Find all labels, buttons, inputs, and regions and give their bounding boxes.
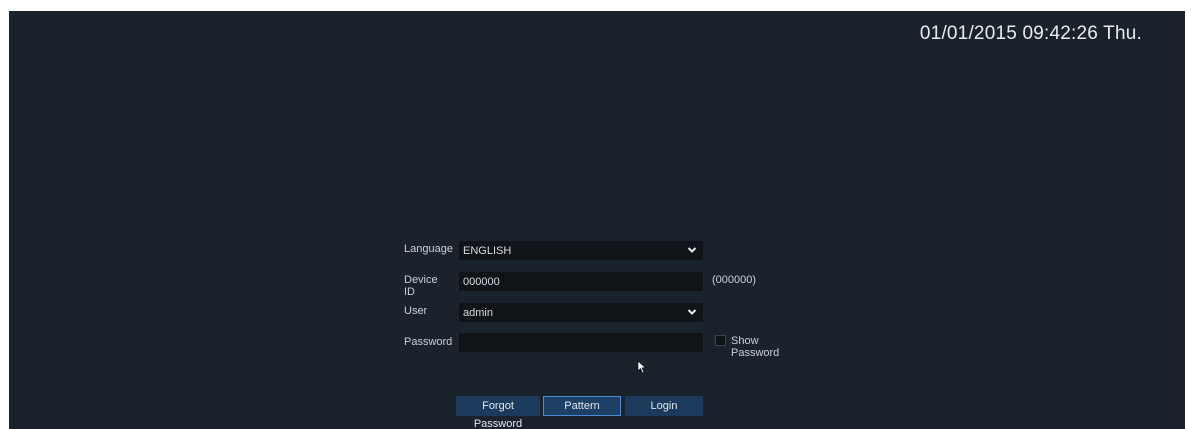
password-label: Password <box>404 336 453 348</box>
device-id-field[interactable]: 000000 <box>459 272 703 291</box>
user-label: User <box>404 305 428 317</box>
chevron-down-icon <box>687 247 697 253</box>
login-button[interactable]: Login <box>625 396 703 416</box>
language-select[interactable]: ENGLISH <box>459 241 703 260</box>
user-select[interactable]: admin <box>459 303 703 322</box>
password-field[interactable] <box>459 333 703 352</box>
user-value: admin <box>463 307 493 319</box>
device-id-hint: (000000) <box>712 274 757 286</box>
show-password-checkbox[interactable] <box>715 335 726 346</box>
mouse-pointer-icon <box>637 360 647 374</box>
device-id-label: Device ID <box>404 274 438 298</box>
login-screen: 01/01/2015 09:42:26 Thu. Language ENGLIS… <box>9 11 1185 429</box>
chevron-down-icon <box>687 309 697 315</box>
pattern-button[interactable]: Pattern <box>543 396 621 416</box>
language-label: Language <box>404 243 453 255</box>
datetime-display: 01/01/2015 09:42:26 Thu. <box>919 23 1142 44</box>
show-password-label[interactable]: Show Password <box>731 335 779 359</box>
device-id-value: 000000 <box>463 276 500 288</box>
language-value: ENGLISH <box>463 245 512 257</box>
forgot-password-button[interactable]: Forgot Password <box>456 396 540 429</box>
